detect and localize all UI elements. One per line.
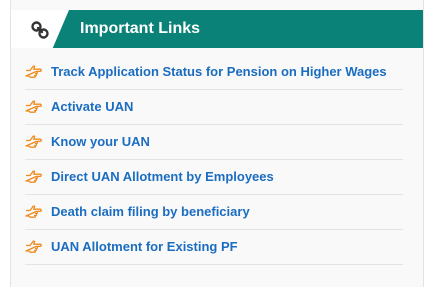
panel-title: Important Links (80, 20, 201, 37)
hand-pointing-right-icon (25, 135, 42, 148)
link-label[interactable]: Direct UAN Allotment by Employees (51, 160, 274, 194)
link-icon (31, 21, 49, 39)
hand-pointing-right-icon (25, 170, 42, 183)
link-activate-uan[interactable]: Activate UAN (25, 90, 403, 125)
panel-header: Important Links (11, 10, 423, 48)
link-uan-allotment-existing-pf[interactable]: UAN Allotment for Existing PF (25, 230, 403, 265)
hand-pointing-right-icon (25, 65, 42, 78)
important-links-list: Track Application Status for Pension on … (11, 55, 423, 265)
link-label[interactable]: Track Application Status for Pension on … (51, 55, 387, 89)
link-label[interactable]: Death claim filing by beneficiary (51, 195, 250, 229)
link-know-your-uan[interactable]: Know your UAN (25, 125, 403, 160)
hand-pointing-right-icon (25, 100, 42, 113)
important-links-panel: Important Links Track Application Status… (10, 0, 424, 287)
hand-pointing-right-icon (25, 205, 42, 218)
link-label[interactable]: UAN Allotment for Existing PF (51, 230, 238, 264)
link-label[interactable]: Activate UAN (51, 90, 133, 124)
link-track-application-status[interactable]: Track Application Status for Pension on … (25, 55, 403, 90)
link-direct-uan-allotment[interactable]: Direct UAN Allotment by Employees (25, 160, 403, 195)
link-label[interactable]: Know your UAN (51, 125, 150, 159)
hand-pointing-right-icon (25, 240, 42, 253)
link-death-claim-filing[interactable]: Death claim filing by beneficiary (25, 195, 403, 230)
header-icon-tab (11, 10, 69, 48)
